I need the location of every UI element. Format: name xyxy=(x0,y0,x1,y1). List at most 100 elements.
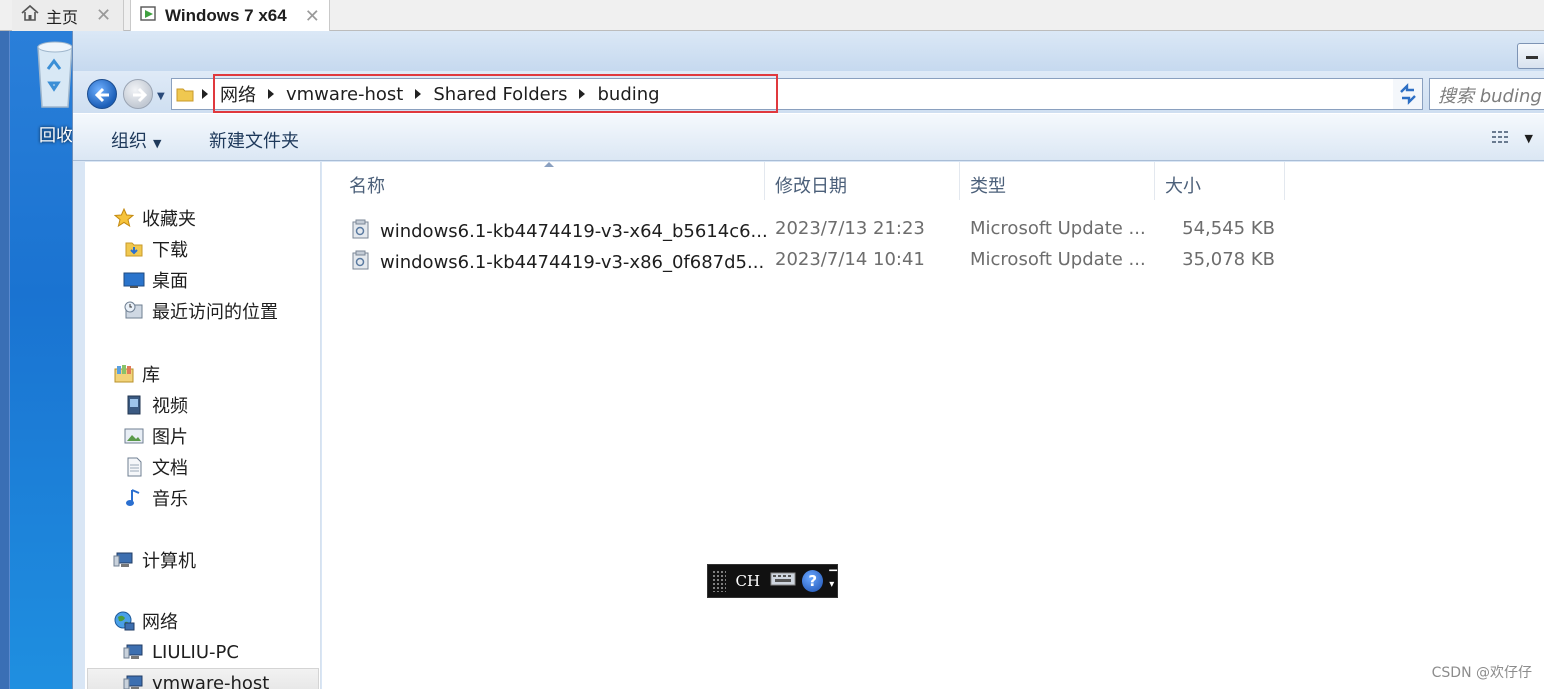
video-icon xyxy=(123,394,145,416)
new-folder-button[interactable]: 新建文件夹 xyxy=(209,127,299,153)
address-bar[interactable]: 网络 vmware-host Shared Folders buding xyxy=(171,78,1423,110)
file-type: Microsoft Update ... xyxy=(970,218,1146,239)
breadcrumb: 网络 vmware-host Shared Folders buding xyxy=(220,81,660,107)
library-icon xyxy=(113,363,135,385)
breadcrumb-separator-icon[interactable] xyxy=(579,89,586,99)
minimize-button[interactable] xyxy=(1517,43,1544,69)
title-bar xyxy=(73,31,1544,71)
nav-label: 视频 xyxy=(152,396,188,417)
update-package-icon xyxy=(350,218,372,245)
table-row[interactable]: windows6.1-kb4474419-v3-x86_0f687d5... 2… xyxy=(322,246,1322,276)
options-icon[interactable]: ▔ ▾ xyxy=(829,572,837,590)
organize-label: 组织 xyxy=(111,131,147,152)
column-header-type[interactable]: 类型 xyxy=(960,162,1155,200)
tab-home[interactable]: 主页 ✕ xyxy=(12,0,124,31)
file-type: Microsoft Update ... xyxy=(970,249,1146,270)
close-icon[interactable]: ✕ xyxy=(305,6,320,27)
music-icon xyxy=(123,487,145,509)
breadcrumb-item-buding[interactable]: buding xyxy=(597,84,659,105)
nav-label: 音乐 xyxy=(152,489,188,510)
column-header-date[interactable]: 修改日期 xyxy=(765,162,960,200)
language-indicator[interactable]: CH xyxy=(736,572,761,590)
home-icon xyxy=(20,3,40,28)
nav-item-desktop[interactable]: 桌面 xyxy=(123,266,188,294)
view-details-icon xyxy=(1491,131,1508,143)
search-input[interactable]: 搜索 buding xyxy=(1429,78,1544,110)
nav-item-recent-places[interactable]: 最近访问的位置 xyxy=(123,297,278,325)
nav-item-videos[interactable]: 视频 xyxy=(123,391,188,419)
chevron-down-icon: ▼ xyxy=(1524,131,1533,145)
file-size: 35,078 KB xyxy=(1182,249,1275,270)
file-size: 54,545 KB xyxy=(1182,218,1275,239)
nav-item-vmware-host[interactable]: vmware-host xyxy=(87,668,319,689)
change-view-button[interactable]: ▼ xyxy=(1491,128,1533,148)
drag-handle-icon[interactable] xyxy=(712,570,726,592)
organize-button[interactable]: 组织 ▼ xyxy=(111,127,161,153)
vmware-tab-strip: 主页 ✕ Windows 7 x64 ✕ xyxy=(0,0,1544,32)
recycle-bin-label: 回收 xyxy=(39,126,73,146)
downloads-folder-icon xyxy=(123,238,145,260)
breadcrumb-item-vmware-host[interactable]: vmware-host xyxy=(286,84,403,105)
recycle-bin[interactable]: 回收 xyxy=(34,39,76,146)
file-date: 2023/7/14 10:41 xyxy=(775,249,925,270)
navigation-pane: 收藏夹 下载 桌面 最近访问的位置 库 视频 图片 文档 音乐 计算机 网络 L… xyxy=(85,162,321,689)
nav-label: 文档 xyxy=(152,458,188,479)
language-bar[interactable]: CH ? ▔ ▾ xyxy=(707,564,838,598)
network-globe-icon xyxy=(113,610,135,632)
keyboard-icon[interactable] xyxy=(770,571,796,592)
nav-libraries[interactable]: 库 xyxy=(113,360,160,388)
breadcrumb-item-shared-folders[interactable]: Shared Folders xyxy=(433,84,567,105)
nav-item-music[interactable]: 音乐 xyxy=(123,484,188,512)
breadcrumb-separator-icon[interactable] xyxy=(415,89,422,99)
nav-favorites[interactable]: 收藏夹 xyxy=(113,204,196,232)
column-header-size[interactable]: 大小 xyxy=(1155,162,1285,200)
refresh-button[interactable] xyxy=(1393,78,1423,110)
nav-item-downloads[interactable]: 下载 xyxy=(123,235,188,263)
breadcrumb-separator-icon[interactable] xyxy=(268,89,274,99)
command-bar: 组织 ▼ 新建文件夹 ▼ xyxy=(73,113,1544,161)
breadcrumb-separator-icon[interactable] xyxy=(202,89,208,99)
nav-item-pictures[interactable]: 图片 xyxy=(123,422,188,450)
tab-windows7[interactable]: Windows 7 x64 ✕ xyxy=(130,0,330,32)
recycle-bin-icon xyxy=(37,41,73,108)
nav-label: 计算机 xyxy=(142,551,196,572)
nav-network[interactable]: 网络 xyxy=(113,607,178,635)
tab-label: 主页 xyxy=(46,7,79,27)
recent-places-icon xyxy=(123,300,145,322)
file-name: windows6.1-kb4474419-v3-x86_0f687d5... xyxy=(380,252,765,273)
history-dropdown-icon[interactable]: ▼ xyxy=(157,91,167,102)
tab-label: Windows 7 x64 xyxy=(165,6,287,25)
file-list: 名称 修改日期 类型 大小 windows6.1-kb4474419-v3-x6… xyxy=(322,162,1544,689)
computer-icon xyxy=(113,549,135,571)
vm-icon xyxy=(139,4,159,29)
desktop-icon xyxy=(123,269,145,291)
arrow-left-icon xyxy=(94,87,109,103)
nav-item-liuliu-pc[interactable]: LIULIU-PC xyxy=(123,638,239,666)
file-date: 2023/7/13 21:23 xyxy=(775,218,925,239)
forward-button[interactable] xyxy=(123,79,153,109)
nav-label: 库 xyxy=(142,365,160,386)
nav-label: 桌面 xyxy=(152,271,188,292)
nav-computer[interactable]: 计算机 xyxy=(113,546,196,574)
document-icon xyxy=(123,456,145,478)
desktop: 回收 xyxy=(0,31,80,689)
nav-label: 下载 xyxy=(152,240,188,261)
refresh-icon xyxy=(1399,83,1416,105)
nav-item-documents[interactable]: 文档 xyxy=(123,453,188,481)
close-icon[interactable]: ✕ xyxy=(96,5,111,26)
chevron-down-icon: ▼ xyxy=(153,137,162,150)
picture-icon xyxy=(123,425,145,447)
folder-icon xyxy=(172,79,198,109)
column-header-name[interactable]: 名称 xyxy=(339,162,765,200)
file-name-cell: windows6.1-kb4474419-v3-x86_0f687d5... xyxy=(350,249,764,276)
back-button[interactable] xyxy=(87,79,117,109)
computer-icon xyxy=(123,672,145,689)
desktop-edge xyxy=(0,31,10,689)
computer-icon xyxy=(123,641,145,663)
nav-label: 图片 xyxy=(152,427,188,448)
file-name: windows6.1-kb4474419-v3-x64_b5614c6... xyxy=(380,221,768,242)
nav-label: vmware-host xyxy=(152,672,270,689)
table-row[interactable]: windows6.1-kb4474419-v3-x64_b5614c6... 2… xyxy=(322,215,1322,245)
help-icon[interactable]: ? xyxy=(802,570,824,592)
breadcrumb-item-network[interactable]: 网络 xyxy=(220,81,256,107)
